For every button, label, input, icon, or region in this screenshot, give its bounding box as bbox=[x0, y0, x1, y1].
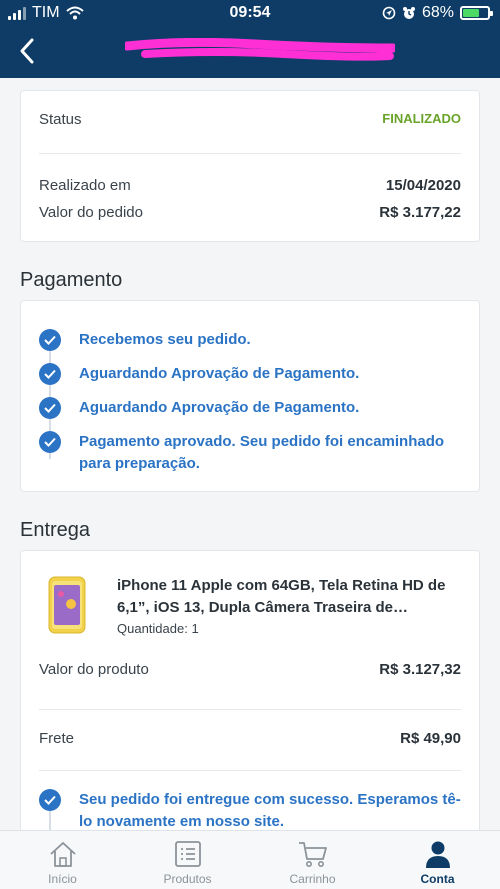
nav-bar bbox=[0, 26, 500, 78]
check-circle-icon bbox=[39, 329, 61, 351]
status-row: Status FINALIZADO bbox=[39, 111, 461, 128]
product-name: iPhone 11 Apple com 64GB, Tela Retina HD… bbox=[117, 577, 446, 616]
payment-step-text: Aguardando Aprovação de Pagamento. bbox=[79, 399, 360, 416]
back-button[interactable] bbox=[12, 36, 42, 66]
payment-step-text: Recebemos seu pedido. bbox=[79, 331, 251, 348]
product-image bbox=[39, 575, 95, 635]
total-label: Valor do pedido bbox=[39, 204, 143, 221]
payment-card: Recebemos seu pedido. Aguardando Aprovaç… bbox=[20, 300, 480, 492]
tab-conta[interactable]: Conta bbox=[375, 831, 500, 889]
payment-title: Pagamento bbox=[20, 269, 123, 291]
payment-step: Aguardando Aprovação de Pagamento. bbox=[39, 397, 461, 419]
date-label: Realizado em bbox=[39, 177, 131, 194]
tab-label: Carrinho bbox=[289, 872, 336, 886]
order-details: Status FINALIZADO Realizado em 15/04/202… bbox=[0, 78, 500, 830]
delivery-step-text: Seu pedido foi entregue com sucesso. Esp… bbox=[79, 791, 461, 830]
product-info: iPhone 11 Apple com 64GB, Tela Retina HD… bbox=[117, 575, 461, 636]
status-label: Status bbox=[39, 111, 82, 128]
product-value: R$ 3.127,32 bbox=[379, 661, 461, 678]
delivery-card: iPhone 11 Apple com 64GB, Tela Retina HD… bbox=[20, 550, 480, 830]
check-circle-icon bbox=[39, 431, 61, 453]
status-icons: 68% bbox=[382, 4, 493, 22]
tab-label: Conta bbox=[420, 872, 455, 886]
tab-label: Produtos bbox=[163, 872, 212, 886]
payment-step: Pagamento aprovado. Seu pedido foi encam… bbox=[39, 431, 461, 475]
payment-step-text: Pagamento aprovado. Seu pedido foi encam… bbox=[79, 433, 445, 472]
check-circle-icon bbox=[39, 397, 61, 419]
location-icon bbox=[382, 6, 396, 20]
payment-step-text: Aguardando Aprovação de Pagamento. bbox=[79, 365, 360, 382]
order-summary-card: Status FINALIZADO Realizado em 15/04/202… bbox=[20, 90, 480, 242]
check-circle-icon bbox=[39, 789, 61, 811]
date-value: 15/04/2020 bbox=[385, 177, 461, 194]
tab-produtos[interactable]: Produtos bbox=[125, 831, 250, 889]
alarm-icon bbox=[402, 7, 415, 19]
shipping-row: Frete R$ 49,90 bbox=[39, 730, 461, 747]
delivery-step: Seu pedido foi entregue com sucesso. Esp… bbox=[39, 789, 461, 830]
list-icon bbox=[174, 841, 201, 867]
shipping-value: R$ 49,90 bbox=[400, 730, 461, 747]
battery-icon bbox=[460, 6, 493, 20]
divider bbox=[39, 153, 461, 154]
product-value-label: Valor do produto bbox=[39, 661, 149, 678]
battery-percent: 68% bbox=[421, 4, 454, 21]
tab-bar: Início Produtos Carrinho Conta bbox=[0, 830, 500, 889]
shipping-label: Frete bbox=[39, 730, 75, 747]
home-icon bbox=[49, 842, 76, 867]
payment-step: Aguardando Aprovação de Pagamento. bbox=[39, 363, 461, 385]
product-item[interactable]: iPhone 11 Apple com 64GB, Tela Retina HD… bbox=[39, 575, 461, 636]
tab-carrinho[interactable]: Carrinho bbox=[250, 831, 375, 889]
redacted-title bbox=[125, 38, 395, 61]
product-value-row: Valor do produto R$ 3.127,32 bbox=[39, 661, 461, 678]
divider bbox=[39, 709, 461, 710]
user-icon bbox=[425, 841, 450, 868]
date-row: Realizado em 15/04/2020 bbox=[39, 177, 461, 194]
delivery-title: Entrega bbox=[20, 519, 91, 541]
divider bbox=[39, 770, 461, 771]
payment-step: Recebemos seu pedido. bbox=[39, 329, 461, 351]
product-quantity: Quantidade: 1 bbox=[117, 621, 199, 636]
total-row: Valor do pedido R$ 3.177,22 bbox=[39, 204, 461, 221]
tab-label: Início bbox=[48, 872, 77, 886]
chevron-left-icon bbox=[20, 38, 34, 64]
status-bar: TIM 09:54 68% bbox=[0, 0, 500, 26]
total-value: R$ 3.177,22 bbox=[379, 204, 461, 221]
status-badge: FINALIZADO bbox=[382, 111, 461, 126]
check-circle-icon bbox=[39, 363, 61, 385]
cart-icon bbox=[298, 842, 327, 867]
tab-inicio[interactable]: Início bbox=[0, 831, 125, 889]
